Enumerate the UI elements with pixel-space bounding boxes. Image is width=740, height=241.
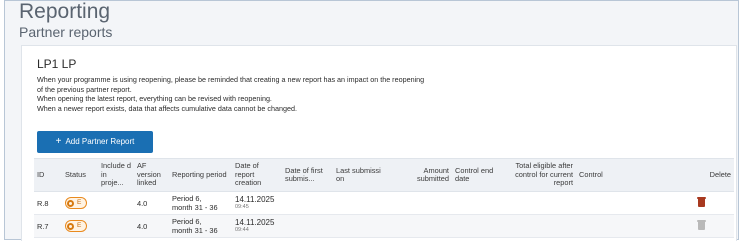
info-line: of the previous partner report. [37, 84, 132, 94]
status-letter: E [77, 222, 82, 229]
creation-time: 09:44 [235, 227, 249, 233]
reopening-info: When your programme is using reopening, … [37, 75, 557, 113]
amount-cell [387, 214, 452, 238]
col-header-id[interactable]: ID [34, 158, 62, 192]
last-submission-cell [333, 214, 387, 238]
col-header-reporting-period[interactable]: Reporting period [169, 158, 232, 192]
info-line: When opening the latest report, everythi… [37, 94, 272, 103]
control-cell [576, 214, 668, 238]
control-cell [576, 191, 668, 215]
partner-title: LP1 LP [37, 57, 77, 71]
status-badge: E [65, 220, 87, 232]
info-line: When your programme is using reopening, … [37, 75, 425, 84]
status-letter: E [77, 199, 82, 206]
report-id: R.7 [34, 214, 62, 238]
control-end-cell [452, 214, 502, 238]
partner-reports-table: ID Status Include d in proje... AF versi… [34, 158, 734, 238]
period-line2: month 31 - 36 [172, 226, 218, 235]
add-partner-report-label: Add Partner Report [65, 137, 135, 146]
period-line1: Period 6, [172, 194, 202, 203]
draft-circle-icon [67, 222, 74, 230]
col-header-delete: Delete [668, 158, 734, 192]
draft-circle-icon [67, 199, 74, 207]
period-line2: month 31 - 36 [172, 203, 218, 212]
amount-cell [387, 191, 452, 215]
page-subtitle: Partner reports [19, 24, 113, 40]
table-header-row: ID Status Include d in proje... AF versi… [34, 158, 734, 192]
reporting-panel: Reporting Partner reports LP1 LP When yo… [4, 0, 739, 241]
col-header-last-submission[interactable]: Last submissi on [333, 158, 387, 192]
trash-icon[interactable] [696, 197, 706, 207]
col-header-control-end[interactable]: Control end date [452, 158, 502, 192]
creation-time: 09:45 [235, 204, 249, 210]
creation-date: 14.11.2025 [235, 218, 275, 227]
last-submission-cell [333, 191, 387, 215]
trash-icon [696, 220, 706, 230]
period-line1: Period 6, [172, 217, 202, 226]
af-version-cell: 4.0 [134, 214, 169, 238]
plus-icon: + [55, 136, 62, 147]
creation-date: 14.11.2025 [235, 195, 275, 204]
col-header-af-version[interactable]: AF version linked [134, 158, 169, 192]
page-title: Reporting [19, 0, 111, 23]
control-end-cell [452, 191, 502, 215]
af-version-cell: 4.0 [134, 191, 169, 215]
report-id: R.8 [34, 191, 62, 215]
info-line: When a newer report exists, data that af… [37, 103, 297, 113]
partner-card: LP1 LP When your programme is using reop… [21, 45, 737, 241]
included-cell [98, 214, 134, 238]
col-header-creation-date[interactable]: Date of report creation [232, 158, 282, 192]
first-submission-cell [282, 214, 333, 238]
col-header-total-eligible[interactable]: Total eligible after control for current… [502, 158, 576, 192]
status-badge: E [65, 197, 87, 209]
total-eligible-cell [502, 214, 576, 238]
col-header-included[interactable]: Include d in proje... [98, 158, 134, 192]
col-header-status[interactable]: Status [62, 158, 98, 192]
add-partner-report-button[interactable]: + Add Partner Report [37, 131, 153, 153]
col-header-first-submission[interactable]: Date of first submis... [282, 158, 333, 192]
col-header-control[interactable]: Control [576, 158, 668, 192]
table-row[interactable]: R.7 E 4.0 Period 6, month 31 - 36 14.11.… [34, 214, 734, 238]
col-header-amount[interactable]: Amount submitted [387, 158, 452, 192]
total-eligible-cell [502, 191, 576, 215]
included-cell [98, 191, 134, 215]
first-submission-cell [282, 191, 333, 215]
table-row[interactable]: R.8 E 4.0 Period 6, month 31 - 36 14.11.… [34, 191, 734, 215]
